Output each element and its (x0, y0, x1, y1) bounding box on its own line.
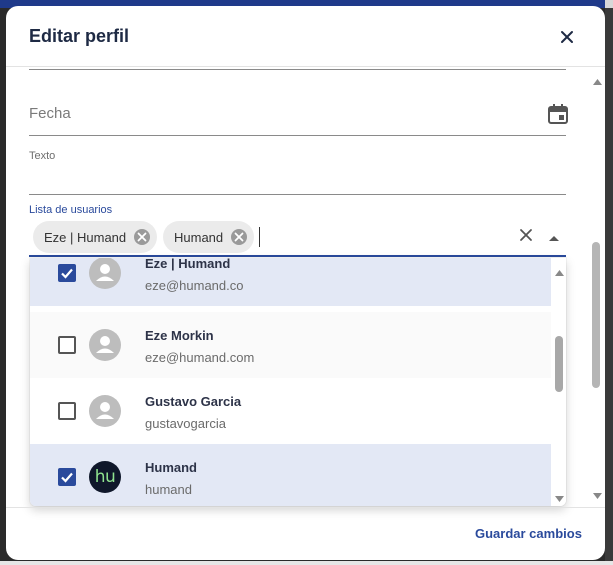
footer-divider (6, 507, 605, 508)
clear-icon (520, 229, 532, 241)
users-dropdown-list: Eze | Humand eze@humand.co Eze Morkin ez… (30, 258, 566, 506)
date-field-label: Fecha (29, 105, 71, 122)
edit-profile-dialog: Editar perfil Fecha Texto Lista de usuar… (6, 6, 605, 560)
scroll-down-arrow-icon[interactable] (593, 493, 602, 499)
calendar-button[interactable] (547, 103, 569, 125)
background-bottom-edge (0, 561, 613, 565)
brand-logo-avatar: hu (89, 461, 121, 493)
person-icon (96, 402, 114, 419)
text-field-label: Texto (29, 150, 56, 162)
brand-logo-text: hu (94, 467, 116, 487)
checkbox-unchecked[interactable] (58, 402, 76, 420)
list-item[interactable]: Gustavo Garcia gustavogarcia (30, 378, 551, 444)
checkbox-checked[interactable] (58, 264, 76, 282)
users-field-underline (29, 255, 566, 257)
clear-selection-button[interactable] (518, 227, 534, 248)
save-changes-button[interactable]: Guardar cambios (475, 526, 582, 541)
chip-label: Eze | Humand (44, 229, 127, 245)
scroll-up-arrow-icon[interactable] (593, 79, 602, 85)
chip-eze-humand: Eze | Humand (33, 221, 158, 253)
list-item[interactable]: Eze | Humand eze@humand.co (30, 258, 551, 306)
option-name: Humand (145, 460, 197, 475)
close-icon (561, 31, 573, 43)
option-subtitle: gustavogarcia (145, 416, 226, 431)
chip-label: Humand (174, 229, 224, 245)
dialog-scrollbar-thumb[interactable] (592, 242, 600, 388)
collapse-list-button[interactable] (547, 230, 561, 248)
list-item[interactable]: hu Humand humand (30, 444, 551, 506)
checkmark-icon (61, 268, 73, 279)
checkbox-unchecked[interactable] (58, 336, 76, 354)
list-item[interactable]: Eze Morkin eze@humand.com (30, 312, 551, 378)
users-list-label: Lista de usuarios (29, 204, 113, 216)
option-subtitle: eze@humand.com (145, 350, 255, 365)
option-subtitle: humand (145, 482, 192, 497)
option-name: Eze Morkin (145, 328, 214, 343)
person-icon (96, 264, 114, 281)
person-icon (96, 336, 114, 353)
avatar (89, 258, 121, 289)
chip-remove-icon[interactable] (229, 227, 249, 247)
dropdown-scrollbar-thumb[interactable] (555, 336, 563, 392)
chip-remove-icon[interactable] (132, 227, 152, 247)
avatar (89, 329, 121, 361)
scroll-up-arrow-icon[interactable] (555, 270, 564, 276)
calendar-icon (548, 104, 568, 124)
checkbox-checked[interactable] (58, 468, 76, 486)
previous-field-underline (29, 69, 566, 70)
dialog-title: Editar perfil (29, 26, 130, 46)
checkmark-icon (61, 472, 73, 483)
text-field-underline[interactable] (29, 194, 566, 195)
option-name: Eze | Humand (145, 258, 231, 271)
users-input-cursor[interactable] (259, 227, 260, 247)
date-field-underline[interactable] (29, 135, 566, 136)
option-subtitle: eze@humand.co (145, 278, 244, 293)
scroll-down-arrow-icon[interactable] (555, 496, 564, 502)
background-right-panel (605, 8, 613, 565)
close-button[interactable] (554, 24, 580, 50)
option-name: Gustavo Garcia (145, 394, 242, 409)
caret-up-icon (549, 236, 559, 241)
chip-humand: Humand (163, 221, 255, 253)
avatar (89, 395, 121, 427)
